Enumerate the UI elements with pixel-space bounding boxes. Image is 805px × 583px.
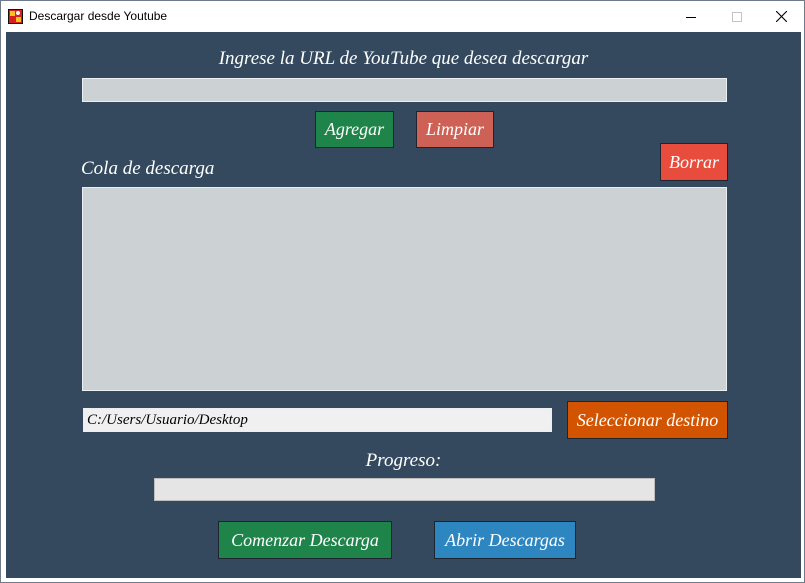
main-panel: Ingrese la URL de YouTube que desea desc… (6, 32, 801, 578)
url-label: Ingrese la URL de YouTube que desea desc… (218, 48, 589, 69)
select-destination-button[interactable]: Seleccionar destino (567, 401, 728, 439)
destination-path-field[interactable]: C:/Users/Usuario/Desktop (83, 408, 552, 432)
add-button[interactable]: Agregar (315, 111, 394, 148)
minimize-button[interactable] (668, 1, 714, 32)
progress-label: Progreso: (365, 450, 442, 471)
title-bar[interactable]: Descargar desde Youtube (1, 1, 804, 32)
progress-bar (154, 478, 655, 501)
window-title: Descargar desde Youtube (29, 9, 168, 23)
app-window: Descargar desde Youtube Ingrese la URL d… (0, 0, 805, 583)
app-flag-icon (8, 9, 23, 24)
open-downloads-button[interactable]: Abrir Descargas (434, 521, 576, 559)
download-queue-list[interactable] (82, 187, 727, 391)
delete-button[interactable]: Borrar (660, 143, 728, 181)
url-input[interactable] (82, 78, 727, 102)
close-button[interactable] (758, 1, 804, 32)
maximize-button[interactable] (714, 1, 760, 32)
minimize-icon (686, 16, 696, 18)
close-icon (775, 11, 787, 22)
maximize-icon (732, 11, 742, 22)
queue-label: Cola de descarga (81, 158, 215, 179)
clear-button[interactable]: Limpiar (416, 111, 494, 148)
start-download-button[interactable]: Comenzar Descarga (218, 521, 392, 559)
